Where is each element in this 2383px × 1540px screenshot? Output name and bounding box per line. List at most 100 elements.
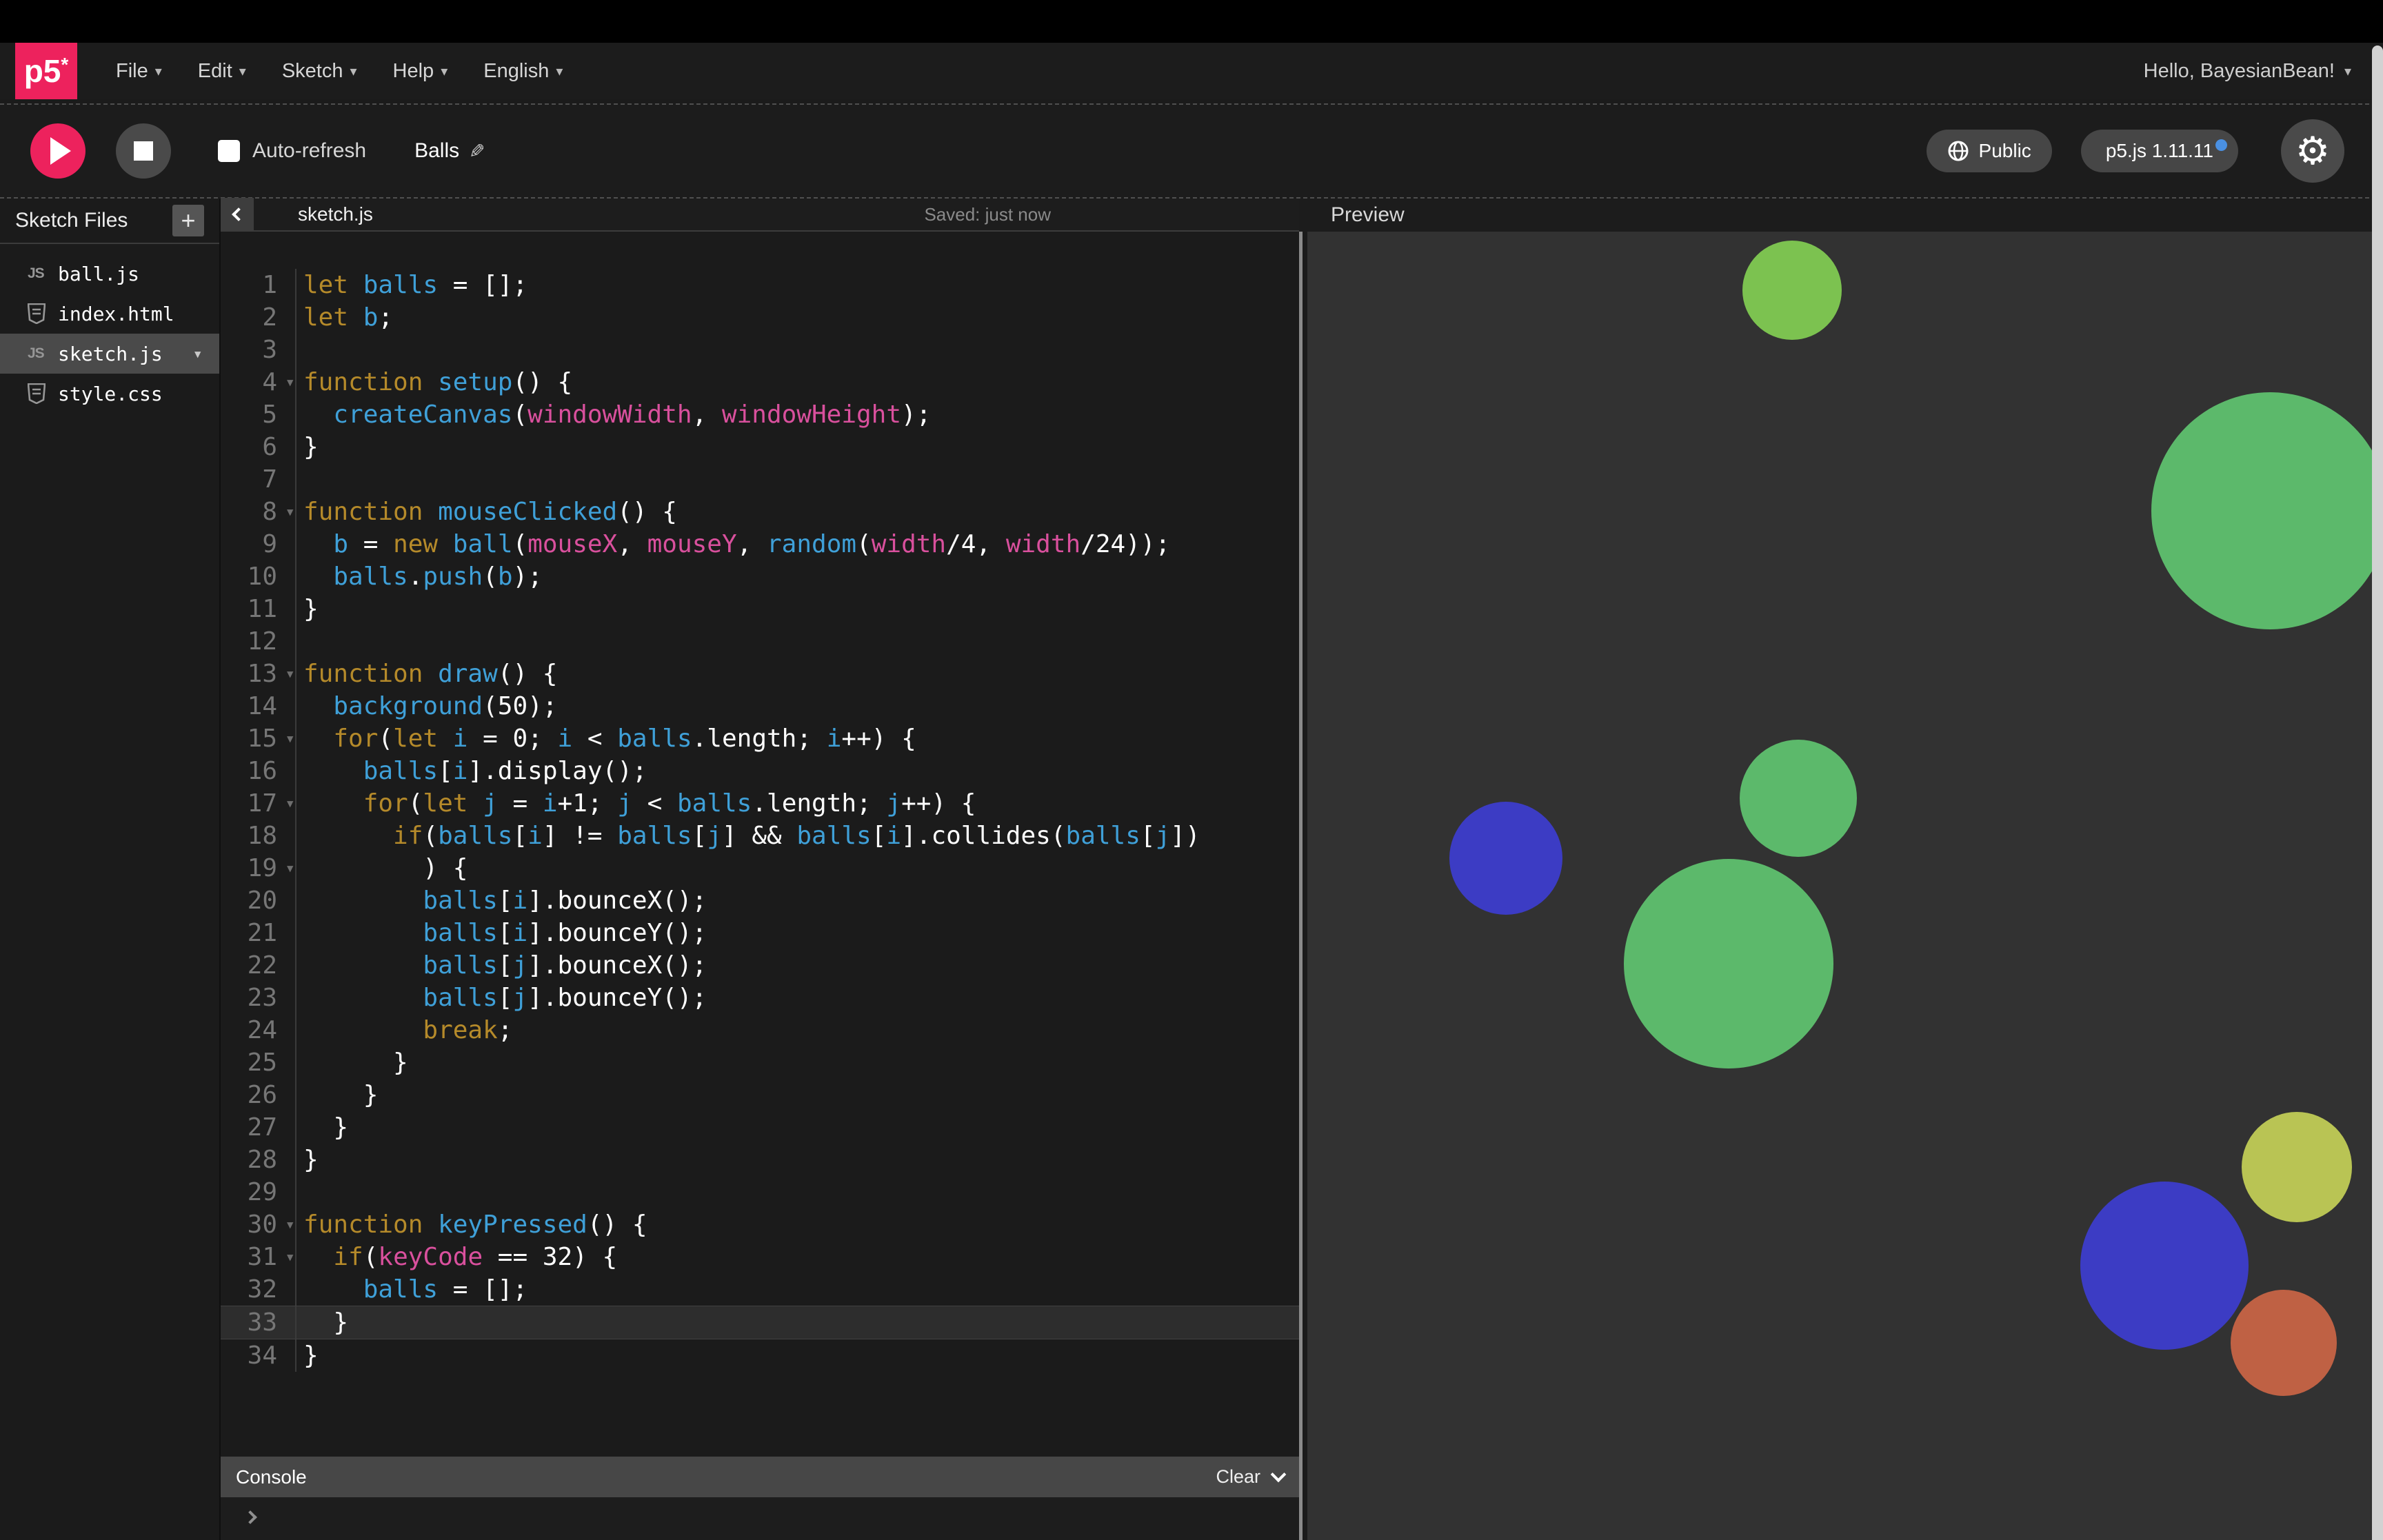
code-text: function keyPressed() { [295,1208,1299,1241]
fold-arrow-icon[interactable]: ▾ [285,787,295,820]
edit-sketch-name-icon[interactable]: ✎ [469,140,485,163]
fold-arrow-icon[interactable]: ▾ [285,366,295,398]
code-line-14[interactable]: 14 background(50); [221,690,1299,722]
console-collapse-icon[interactable] [1271,1466,1287,1482]
globe-icon [1947,140,1969,162]
code-line-3[interactable]: 3 [221,334,1299,366]
code-line-16[interactable]: 16 balls[i].display(); [221,755,1299,787]
code-line-25[interactable]: 25 } [221,1046,1299,1079]
nav-right: Hello, BayesianBean! ▾ [2144,43,2383,99]
code-editor[interactable]: 1let balls = [];2let b;34▾function setup… [221,232,1299,1457]
preview-title: Preview [1331,203,1405,227]
auto-refresh-checkbox[interactable] [218,140,240,162]
code-line-33[interactable]: 33 } [221,1306,1299,1339]
code-line-30[interactable]: 30▾function keyPressed() { [221,1208,1299,1241]
menu-edit[interactable]: Edit▾ [180,60,264,83]
code-line-22[interactable]: 22 balls[j].bounceX(); [221,949,1299,982]
line-number: 30▾ [221,1208,295,1241]
menu-help[interactable]: Help▾ [375,60,466,83]
line-number: 32 [221,1273,295,1306]
console-body[interactable] [221,1497,1299,1540]
fold-arrow-icon[interactable]: ▾ [285,496,295,528]
version-label: p5.js 1.11.11 [2106,140,2213,162]
menu-file[interactable]: File▾ [98,60,180,83]
file-sketch-js[interactable]: JSsketch.js▾ [0,334,219,374]
page-scrollbar[interactable] [2372,45,2383,1540]
code-text: balls[j].bounceY(); [295,982,1299,1014]
code-line-27[interactable]: 27 } [221,1111,1299,1144]
line-number: 22 [221,949,295,982]
code-line-1[interactable]: 1let balls = []; [221,269,1299,301]
code-line-18[interactable]: 18 if(balls[i] != balls[j] && balls[i].c… [221,820,1299,852]
file-ball-js[interactable]: JSball.js [0,254,219,294]
console-clear-button[interactable]: Clear [1216,1466,1260,1488]
code-text: balls.push(b); [295,560,1299,593]
stop-button[interactable] [116,123,171,179]
code-line-9[interactable]: 9 b = new ball(mouseX, mouseY, random(wi… [221,528,1299,560]
code-line-34[interactable]: 34} [221,1339,1299,1372]
file-style-css[interactable]: style.css [0,374,219,414]
code-line-7[interactable]: 7 [221,463,1299,496]
visibility-button[interactable]: Public [1927,130,2052,172]
line-number: 29 [221,1176,295,1208]
code-text: for(let i = 0; i < balls.length; i++) { [295,722,1299,755]
menu-label: Sketch [282,60,343,83]
user-account-menu[interactable]: Hello, BayesianBean! ▾ [2144,60,2351,83]
collapse-sidebar-button[interactable] [221,198,254,231]
tab-sketch-js[interactable]: sketch.js [298,203,373,225]
code-line-21[interactable]: 21 balls[i].bounceY(); [221,917,1299,949]
menu-sketch[interactable]: Sketch▾ [264,60,375,83]
editor-tab-bar: sketch.js Saved: just now [221,199,1299,232]
code-text: for(let j = i+1; j < balls.length; j++) … [295,787,1299,820]
html-file-icon [28,303,58,324]
code-line-12[interactable]: 12 [221,625,1299,658]
code-line-4[interactable]: 4▾function setup() { [221,366,1299,398]
code-line-24[interactable]: 24 break; [221,1014,1299,1046]
fold-arrow-icon[interactable]: ▾ [285,1241,295,1273]
code-text: } [295,1339,1299,1372]
code-line-17[interactable]: 17▾ for(let j = i+1; j < balls.length; j… [221,787,1299,820]
ball-circle [2151,392,2383,629]
line-number: 7 [221,463,295,496]
play-button[interactable] [30,123,86,179]
line-number: 3 [221,334,295,366]
code-text [295,463,1299,496]
menu-english[interactable]: English▾ [465,60,581,83]
chevron-down-icon: ▾ [556,63,563,80]
p5-logo[interactable]: p5* [15,43,77,99]
chevron-left-icon [232,207,245,221]
settings-button[interactable]: ⚙ [2281,119,2344,183]
code-line-13[interactable]: 13▾function draw() { [221,658,1299,690]
code-line-6[interactable]: 6} [221,431,1299,463]
code-line-20[interactable]: 20 balls[i].bounceX(); [221,884,1299,917]
line-number: 33 [221,1306,295,1339]
code-line-23[interactable]: 23 balls[j].bounceY(); [221,982,1299,1014]
fold-arrow-icon[interactable]: ▾ [285,722,295,755]
code-text [295,625,1299,658]
fold-arrow-icon[interactable]: ▾ [285,1208,295,1241]
file-index-html[interactable]: index.html [0,294,219,334]
code-line-29[interactable]: 29 [221,1176,1299,1208]
version-button[interactable]: p5.js 1.11.11 [2081,130,2238,172]
code-line-5[interactable]: 5 createCanvas(windowWidth, windowHeight… [221,398,1299,431]
code-line-31[interactable]: 31▾ if(keyCode == 32) { [221,1241,1299,1273]
code-line-11[interactable]: 11} [221,593,1299,625]
chevron-down-icon: ▾ [155,63,162,80]
code-line-32[interactable]: 32 balls = []; [221,1273,1299,1306]
code-line-28[interactable]: 28} [221,1144,1299,1176]
code-line-26[interactable]: 26 } [221,1079,1299,1111]
code-line-10[interactable]: 10 balls.push(b); [221,560,1299,593]
line-number: 2 [221,301,295,334]
file-options-icon[interactable]: ▾ [193,344,203,363]
add-file-button[interactable]: + [172,205,204,236]
sketch-canvas[interactable] [1307,199,2383,1540]
css-file-icon [28,383,58,404]
code-line-8[interactable]: 8▾function mouseClicked() { [221,496,1299,528]
fold-arrow-icon[interactable]: ▾ [285,852,295,884]
fold-arrow-icon[interactable]: ▾ [285,658,295,690]
file-name: style.css [58,383,163,405]
code-line-19[interactable]: 19▾ ) { [221,852,1299,884]
code-line-15[interactable]: 15▾ for(let i = 0; i < balls.length; i++… [221,722,1299,755]
code-line-2[interactable]: 2let b; [221,301,1299,334]
console-header: Console Clear [221,1457,1299,1497]
